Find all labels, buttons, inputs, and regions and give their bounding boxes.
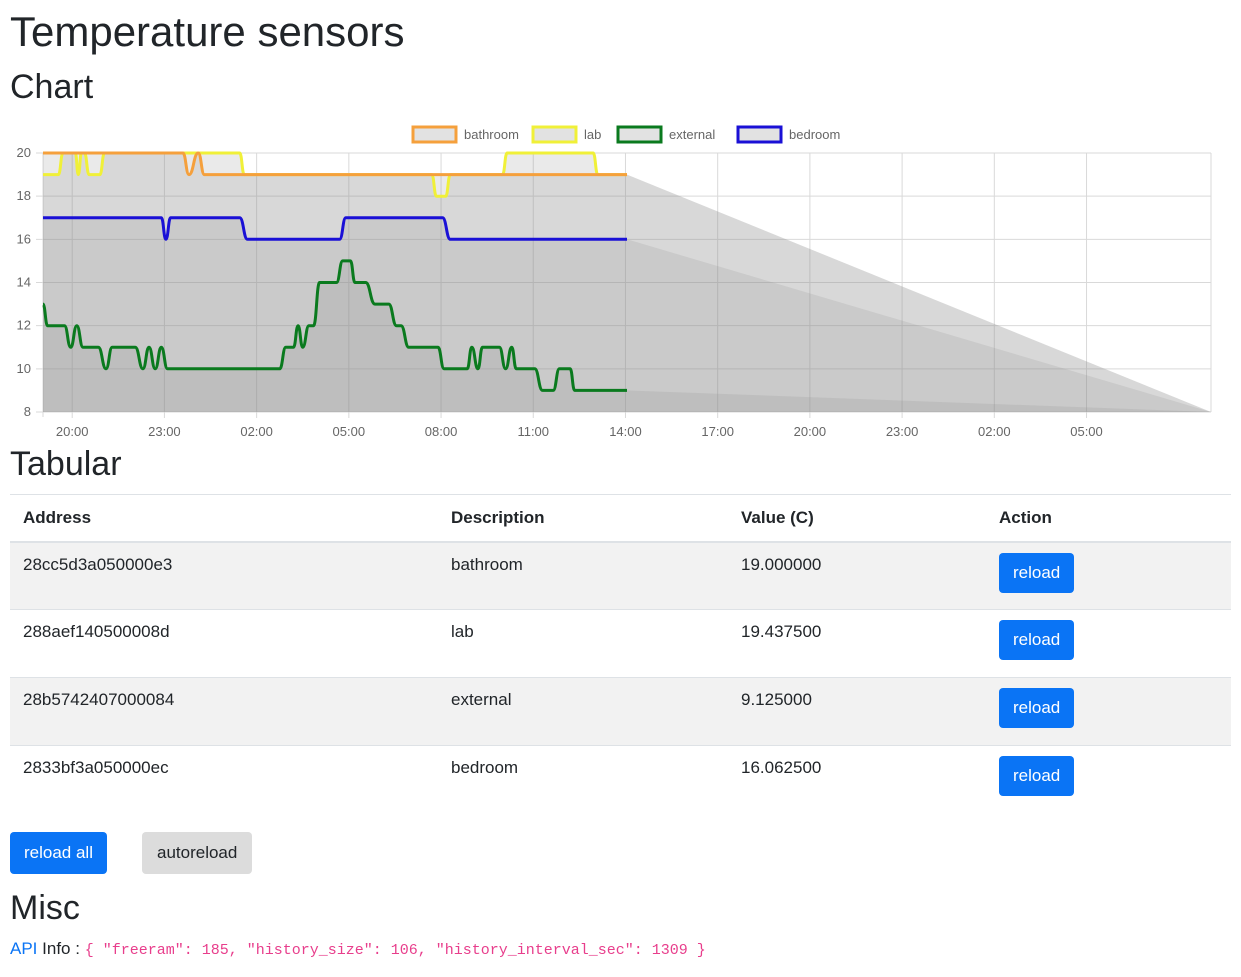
y-tick-label: 14 bbox=[17, 275, 31, 290]
cell-description: bathroom bbox=[438, 541, 728, 610]
autoreload-button[interactable]: autoreload bbox=[142, 832, 253, 874]
column-header-description: Description bbox=[438, 494, 728, 543]
legend-item-bedroom[interactable]: bedroom bbox=[736, 125, 840, 144]
x-tick-label: 11:00 bbox=[517, 424, 549, 439]
cell-address: 288aef140500008d bbox=[10, 609, 438, 678]
y-tick-label: 16 bbox=[17, 231, 31, 246]
legend-label: bathroom bbox=[464, 127, 519, 142]
cell-action: reload bbox=[986, 541, 1231, 610]
reload-bathroom-button[interactable]: reload bbox=[999, 552, 1075, 593]
api-link[interactable]: API bbox=[10, 939, 37, 958]
reload-all-button[interactable]: reload all bbox=[10, 832, 107, 874]
chart-heading: Chart bbox=[10, 68, 94, 106]
cell-value: 19.437500 bbox=[728, 609, 986, 678]
page: Temperature sensors Chart 8 10 12 14 16 18 20 2… bbox=[0, 0, 1241, 977]
cell-description: lab bbox=[438, 609, 728, 678]
table-row: 28b5742407000084 external 9.125000 reloa… bbox=[10, 677, 1231, 746]
x-tick-label: 23:00 bbox=[148, 424, 181, 439]
cell-address: 28b5742407000084 bbox=[10, 677, 438, 746]
area-bedroom bbox=[43, 217, 1211, 412]
x-tick-label: 17:00 bbox=[701, 424, 734, 439]
api-info-line: API Info : { "freeram": 185, "history_si… bbox=[10, 938, 706, 962]
legend-swatch-bathroom bbox=[411, 125, 458, 144]
legend-swatch-bedroom bbox=[736, 125, 783, 144]
column-header-address: Address bbox=[10, 494, 438, 543]
cell-address: 2833bf3a050000ec bbox=[10, 745, 438, 814]
y-tick-label: 12 bbox=[17, 318, 31, 333]
x-tick-label: 05:00 bbox=[1070, 424, 1103, 439]
legend-label: external bbox=[669, 127, 715, 142]
legend-item-bathroom[interactable]: bathroom bbox=[411, 125, 519, 144]
legend-item-external[interactable]: external bbox=[616, 125, 715, 144]
y-tick-label: 18 bbox=[17, 188, 31, 203]
x-tick-label: 14:00 bbox=[609, 424, 642, 439]
api-info-json: { "freeram": 185, "history_size": 106, "… bbox=[84, 942, 706, 959]
table-row: 288aef140500008d lab 19.437500 reload bbox=[10, 609, 1231, 678]
legend-item-lab[interactable]: lab bbox=[531, 125, 601, 144]
misc-heading: Misc bbox=[10, 889, 80, 927]
cell-action: reload bbox=[986, 677, 1231, 746]
cell-value: 9.125000 bbox=[728, 677, 986, 746]
reload-bedroom-button[interactable]: reload bbox=[999, 756, 1075, 796]
tabular-heading: Tabular bbox=[10, 445, 122, 483]
table-row: 28cc5d3a050000e3 bathroom 19.000000 relo… bbox=[10, 541, 1231, 610]
x-tick-label: 23:00 bbox=[886, 424, 919, 439]
reload-lab-button[interactable]: reload bbox=[999, 620, 1075, 660]
cell-description: bedroom bbox=[438, 745, 728, 814]
column-header-action: Action bbox=[986, 494, 1231, 543]
cell-description: external bbox=[438, 677, 728, 746]
x-tick-label: 08:00 bbox=[425, 424, 458, 439]
sensors-table: Address Description Value (C) Action 28c… bbox=[10, 494, 1231, 814]
table-header-row: Address Description Value (C) Action bbox=[10, 494, 1231, 543]
page-title: Temperature sensors bbox=[10, 8, 405, 55]
column-header-value: Value (C) bbox=[728, 494, 986, 543]
y-tick-label: 20 bbox=[17, 145, 31, 160]
x-tick-label: 02:00 bbox=[978, 424, 1011, 439]
cell-action: reload bbox=[986, 745, 1231, 814]
legend-swatch-lab bbox=[531, 125, 578, 144]
cell-address: 28cc5d3a050000e3 bbox=[10, 541, 438, 610]
x-tick-label: 05:00 bbox=[333, 424, 366, 439]
api-info-label: Info : bbox=[42, 939, 80, 958]
cell-action: reload bbox=[986, 609, 1231, 678]
chart-legend[interactable]: bathroom lab external bedroom bbox=[411, 125, 840, 144]
x-tick-label: 20:00 bbox=[56, 424, 89, 439]
legend-swatch-external bbox=[616, 125, 663, 144]
legend-label: lab bbox=[584, 127, 601, 142]
x-tick-label: 20:00 bbox=[794, 424, 827, 439]
y-tick-label: 10 bbox=[17, 361, 31, 376]
legend-label: bedroom bbox=[789, 127, 840, 142]
temperature-chart[interactable]: 8 10 12 14 16 18 20 20:00 23:00 02:00 05:00 08:00 11… bbox=[0, 118, 1241, 443]
x-tick-label: 02:00 bbox=[240, 424, 273, 439]
cell-value: 16.062500 bbox=[728, 745, 986, 814]
y-tick-label: 8 bbox=[24, 404, 31, 419]
cell-value: 19.000000 bbox=[728, 541, 986, 610]
table-row: 2833bf3a050000ec bedroom 16.062500 reloa… bbox=[10, 745, 1231, 814]
reload-external-button[interactable]: reload bbox=[999, 688, 1075, 728]
